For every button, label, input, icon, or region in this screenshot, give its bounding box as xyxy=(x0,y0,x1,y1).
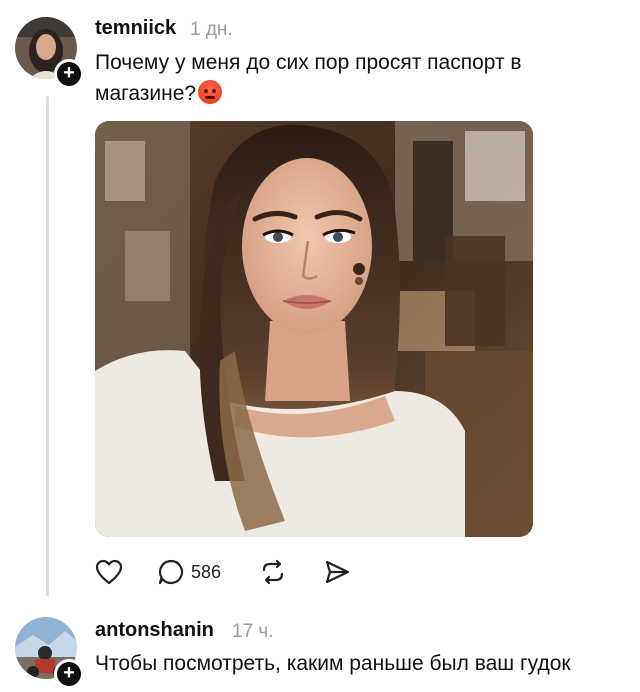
post-text: Почему у меня до сих пор просят паспорт … xyxy=(95,47,615,109)
comment-button[interactable]: 586 xyxy=(157,556,221,588)
reply-username[interactable]: antonshanin xyxy=(95,619,214,642)
repost-button[interactable] xyxy=(259,556,287,588)
send-icon xyxy=(325,560,350,584)
share-button[interactable] xyxy=(323,556,351,588)
selfie-photo-image xyxy=(95,121,533,537)
follow-plus-icon[interactable]: + xyxy=(54,659,84,689)
reply-time: 17 ч. xyxy=(232,621,274,642)
post-time: 1 дн. xyxy=(190,19,233,40)
like-button[interactable] xyxy=(95,556,123,588)
thread-line xyxy=(46,96,49,596)
reply-count: 586 xyxy=(191,561,222,582)
follow-plus-icon[interactable]: + xyxy=(54,59,84,89)
comment-bubble-icon xyxy=(158,559,184,585)
post-photo[interactable] xyxy=(95,121,533,537)
post-username[interactable]: temniick xyxy=(95,17,176,40)
post-text-content: Почему у меня до сих пор просят паспорт … xyxy=(95,51,522,105)
heart-icon xyxy=(95,559,123,585)
angry-face-emoji-icon xyxy=(198,80,223,104)
reply-text: Чтобы посмотреть, каким раньше был ваш г… xyxy=(95,652,571,675)
repost-icon xyxy=(262,559,284,585)
